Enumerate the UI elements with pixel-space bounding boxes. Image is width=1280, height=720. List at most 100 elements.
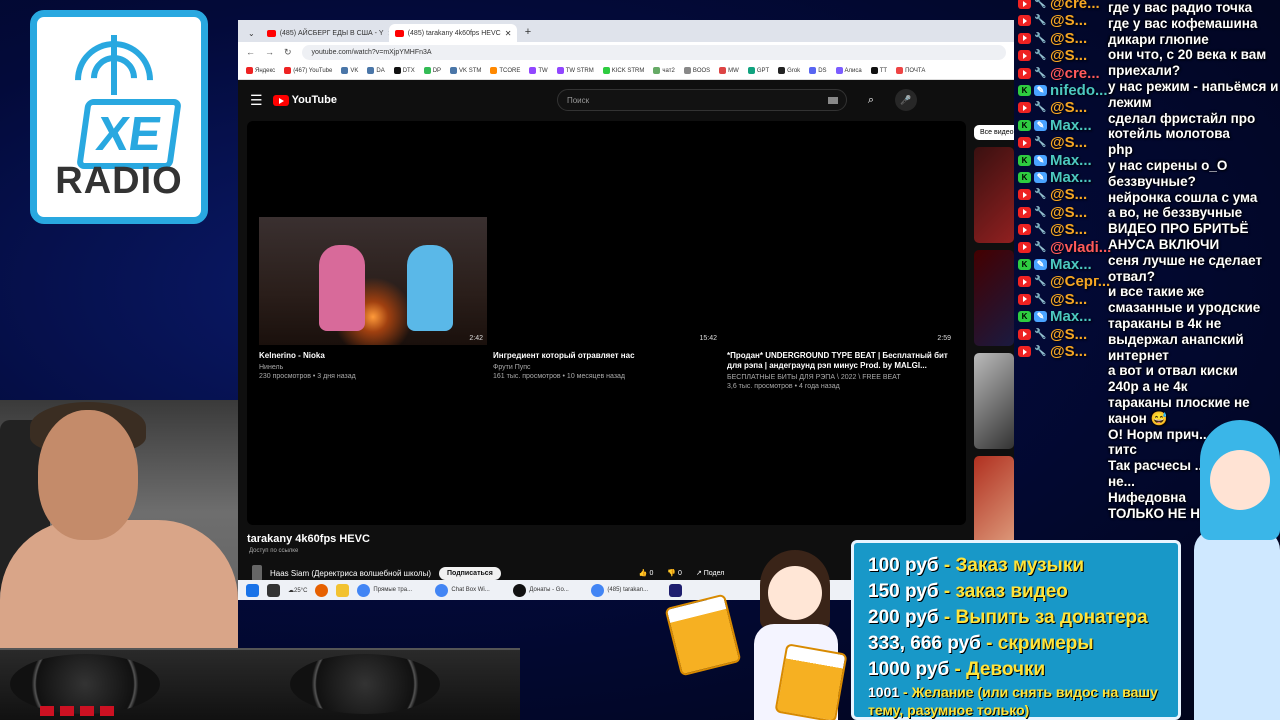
donation-price: 150 руб — [868, 581, 939, 602]
new-tab-button[interactable]: + — [517, 26, 539, 42]
sidebar-thumbnail[interactable] — [974, 353, 1014, 449]
bookmark-item[interactable]: DTX — [393, 66, 415, 74]
avatar[interactable] — [252, 565, 262, 581]
bookmark-item[interactable]: чат2 — [653, 66, 675, 75]
youtube-favicon-icon — [394, 29, 404, 37]
donation-price-list: 100 руб - Заказ музыки 150 руб - заказ ви… — [851, 540, 1181, 720]
endscreen-channel[interactable]: БЕСПЛАТНЫЕ БИТЫ ДЛЯ РЭПА \ 2022 \ FREE B… — [727, 374, 955, 381]
bookmark-item[interactable]: DS — [809, 66, 827, 74]
bookmark-item[interactable]: ПОЧТА — [896, 66, 926, 75]
bookmark-item[interactable]: Алиса — [835, 66, 862, 74]
chip-all-videos[interactable]: Все видео — [974, 125, 1014, 140]
bookmark-item[interactable]: (467) YouTube — [284, 66, 332, 74]
channel-name[interactable]: Haas Siam (Деректриса волшебной школы) — [270, 569, 431, 578]
microphone-icon[interactable]: 🎤 — [894, 89, 917, 111]
youtube-logo-text: YouTube — [291, 94, 337, 106]
sidebar-thumbnail[interactable] — [974, 250, 1014, 346]
bookmark-label: VK STM — [459, 68, 482, 75]
donation-separator: - — [938, 607, 956, 628]
donation-price: 333, 666 руб — [868, 633, 981, 654]
youtube-badge-icon — [1018, 346, 1031, 357]
bookmark-item[interactable]: DA — [367, 66, 385, 75]
bookmark-item[interactable]: DP — [423, 66, 441, 74]
bookmark-label: TCORE — [499, 68, 521, 75]
like-button[interactable]: 👍 0 — [639, 569, 654, 577]
bookmark-item[interactable]: TW STRM — [556, 66, 594, 74]
browser-tab[interactable]: (485) АЙСБЕРГ ЕДЫ В США - Y ✕ — [261, 24, 389, 42]
endscreen-thumbnail[interactable]: 15:42 — [493, 217, 721, 345]
tab-label: (485) АЙСБЕРГ ЕДЫ В США - Y — [279, 29, 384, 37]
bookmark-favicon-icon — [602, 66, 610, 74]
endscreen-title[interactable]: *Продан* UNDERGROUND TYPE BEAT | Бесплат… — [727, 351, 955, 371]
taskbar-app[interactable]: (485) tarakan... — [591, 583, 661, 597]
task-view-icon[interactable] — [267, 583, 280, 597]
search-icon[interactable]: ⌕ — [857, 89, 885, 111]
folder-icon[interactable] — [336, 583, 350, 597]
endscreen-channel[interactable]: Нинель — [259, 364, 487, 371]
bookmark-item[interactable]: VK STM — [450, 66, 482, 75]
youtube-badge-icon — [1018, 206, 1031, 218]
endscreen-thumbnail[interactable]: 2:42 — [259, 217, 487, 345]
bookmark-item[interactable]: GPT — [747, 66, 769, 74]
mascot-beer-girl — [664, 540, 860, 720]
bookmark-item[interactable]: MW — [719, 66, 739, 74]
bookmark-item[interactable]: TW — [529, 66, 548, 74]
bookmark-item[interactable]: Яндекс — [246, 66, 275, 74]
tab-search-icon[interactable]: ⌄ — [242, 29, 261, 42]
chat-username: @S... — [1050, 29, 1088, 47]
endscreen-card[interactable]: 15:42 Ингредиент который отравляет нас Ф… — [493, 217, 721, 380]
bookmark-item[interactable]: VK — [341, 66, 358, 74]
bookmark-favicon-icon — [870, 66, 878, 74]
url-input[interactable]: youtube.com/watch?v=mXjpYMHFn3A — [301, 44, 1006, 60]
bookmark-item[interactable]: KICK STRM — [602, 66, 644, 74]
subscribe-button[interactable]: Подписаться — [439, 566, 501, 580]
wrench-icon: 🔧 — [1034, 346, 1047, 357]
keyboard-icon[interactable] — [827, 96, 838, 104]
wrench-icon: 🔧 — [1034, 224, 1047, 236]
back-icon[interactable]: ← — [246, 47, 255, 57]
taskbar-app[interactable]: Прямые тра... — [357, 583, 427, 597]
dislike-button[interactable]: 👎 0 — [667, 569, 682, 577]
premiere-icon[interactable] — [669, 583, 683, 597]
sidebar-thumbnail[interactable] — [974, 147, 1014, 243]
bookmark-label: DA — [376, 68, 385, 75]
chat-message: 240р а не 4к — [1108, 379, 1188, 395]
bookmark-item[interactable]: TCORE — [490, 66, 521, 75]
firefox-icon[interactable] — [315, 583, 329, 597]
bookmark-label: чат2 — [662, 68, 675, 75]
youtube-logo[interactable]: YouTube — [272, 94, 337, 106]
endscreen-card[interactable]: 2:42 Kelnerino - Nioka Нинель 230 просмо… — [259, 217, 487, 380]
bookmark-item[interactable]: Grok — [778, 66, 801, 75]
donation-tier: 1000 руб - Девочки — [868, 657, 1164, 683]
endscreen-title[interactable]: Ингредиент который отравляет нас — [493, 351, 721, 361]
bookmark-item[interactable]: BOOS — [683, 66, 710, 74]
jog-wheel-right — [290, 654, 440, 714]
bookmark-label: ПОЧТА — [905, 68, 926, 75]
weather-widget[interactable]: ☁25°C — [288, 587, 307, 594]
endscreen-channel[interactable]: Фрути Пупс — [493, 364, 721, 371]
taskbar-app[interactable]: Донаты - Go... — [513, 583, 583, 597]
donation-price: 100 руб — [868, 555, 939, 576]
bookmark-item[interactable]: TT — [870, 66, 887, 74]
endscreen-thumbnail[interactable]: 2:59 — [727, 217, 955, 345]
reload-icon[interactable]: ↻ — [284, 47, 292, 58]
bookmark-label: Grok — [787, 68, 801, 75]
youtube-badge-icon — [1018, 67, 1031, 79]
search-input[interactable]: Поиск — [556, 89, 847, 111]
chat-message: они что, с 20 века к вам приехали? — [1108, 47, 1267, 79]
donation-tier: 100 руб - Заказ музыки — [868, 553, 1164, 579]
wrench-icon: ✎ — [1034, 311, 1047, 323]
sidebar-thumbnail[interactable] — [974, 456, 1014, 552]
close-tab-icon[interactable]: ✕ — [505, 29, 512, 38]
forward-icon[interactable]: → — [265, 47, 274, 57]
browser-tab-active[interactable]: (485) tarakany 4k60fps HEVC ✕ — [388, 24, 517, 42]
endscreen-title[interactable]: Kelnerino - Nioka — [259, 351, 487, 361]
menu-icon[interactable]: ☰ — [250, 92, 263, 109]
video-player[interactable]: 2:42 Kelnerino - Nioka Нинель 230 просмо… — [247, 121, 966, 525]
endscreen-card[interactable]: 2:59 *Продан* UNDERGROUND TYPE BEAT | Бе… — [727, 217, 955, 390]
mascot-dress — [1194, 530, 1280, 720]
windows-start-icon[interactable] — [246, 583, 259, 597]
donation-separator: - — [938, 555, 956, 576]
taskbar-app[interactable]: Chat Box Wi... — [435, 583, 505, 597]
donation-price: 1001 — [868, 684, 900, 700]
